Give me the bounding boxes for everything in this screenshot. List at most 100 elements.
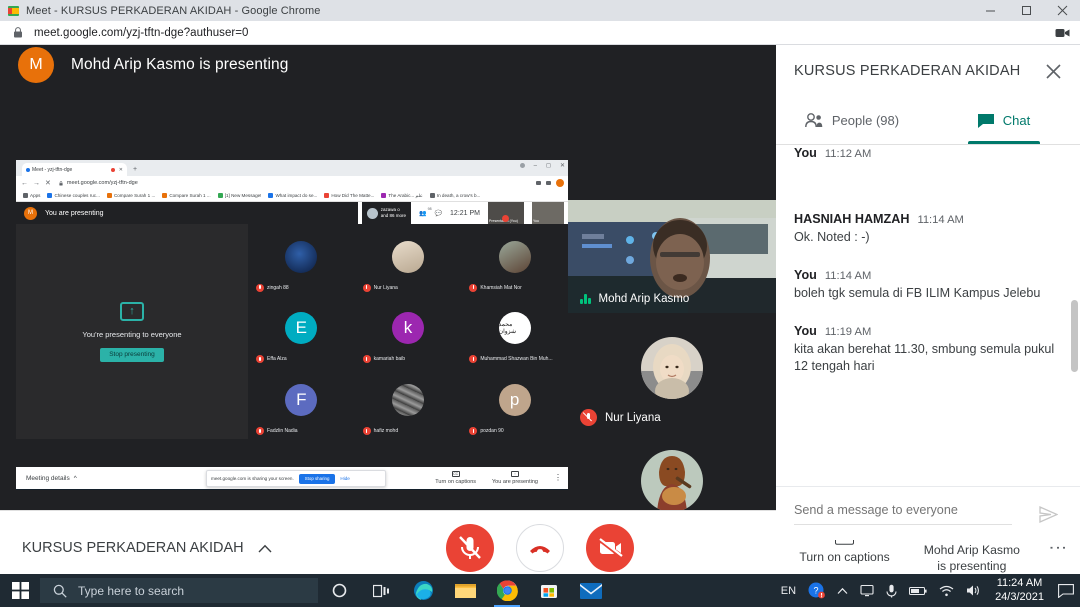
close-button[interactable] <box>1044 0 1080 21</box>
participant-avatar <box>285 240 318 273</box>
chat-scrollbar[interactable] <box>1071 300 1078 372</box>
hide-toast-button[interactable]: Hide <box>340 476 349 481</box>
inner-presentation-thumb: Presentation (You) <box>488 202 524 224</box>
language-indicator[interactable]: EN <box>775 574 802 607</box>
stop-sharing-button[interactable]: Stop sharing <box>298 473 336 484</box>
speaking-indicator-icon <box>580 294 591 304</box>
chat-input[interactable] <box>794 502 1012 525</box>
chevron-up-icon[interactable] <box>258 544 272 553</box>
send-icon[interactable] <box>1039 506 1058 523</box>
wifi-icon[interactable] <box>933 574 960 607</box>
chevron-up-icon: ^ <box>73 474 77 482</box>
google-chrome-icon[interactable] <box>486 574 528 607</box>
video-stage: Meet - yzj-tftn-dge ✕ + – ◻ ✕ ← → ✕ meet… <box>0 85 776 539</box>
inner-meet-topbar: zazawa o and 86 more 👥 98 💬 12:21 PM Pres… <box>357 202 568 224</box>
google-meet-favicon <box>8 5 20 17</box>
screen-share-toast: meet.google.com is sharing your screen. … <box>206 470 386 487</box>
inner-lock-icon <box>59 180 63 185</box>
show-hidden-icons-chevron[interactable] <box>831 574 854 607</box>
participant-tile: محمد شزوان Muhammad Shazwan Bin Muh... <box>461 296 568 368</box>
microsoft-edge-icon[interactable] <box>402 574 444 607</box>
message-body: kita akan berehat 11.30, smbung semula p… <box>794 342 1055 373</box>
close-icon[interactable] <box>1045 63 1062 80</box>
inner-people-icon: 👥 98 <box>419 206 432 217</box>
chat-message: HASNIAH HAMZAH 11:14 AM Ok. Noted : -) <box>776 212 1080 246</box>
mic-off-icon <box>362 355 371 364</box>
microsoft-store-icon[interactable] <box>528 574 570 607</box>
chat-input-area <box>776 486 1080 540</box>
participant-avatar: p <box>498 384 531 417</box>
participant-avatar: k <box>391 312 424 345</box>
participant-name-row: Nur Liyana <box>362 283 398 292</box>
presenting-message: You're presenting to everyone <box>82 329 182 339</box>
inner-self-thumb: You <box>532 202 564 224</box>
bookmark-item: [1] New Message! <box>217 193 261 198</box>
taskbar-search-box[interactable]: Type here to search <box>40 578 318 603</box>
notification-icon[interactable] <box>1052 574 1080 607</box>
screen-share-icon[interactable] <box>854 574 880 607</box>
inner-meet-page: M You are presenting zazawa o and 86 mor… <box>16 202 568 467</box>
inner-browser-tab: Meet - yzj-tftn-dge ✕ <box>22 163 127 176</box>
file-explorer-icon[interactable] <box>444 574 486 607</box>
mic-off-icon <box>362 283 371 292</box>
inner-tab-close-icon: ✕ <box>118 166 123 173</box>
inner-browser-title-bar: Meet - yzj-tftn-dge ✕ + – ◻ ✕ <box>16 160 568 176</box>
leave-call-button[interactable] <box>516 524 564 572</box>
inner-participant-grid: zingah 88 Nur Liyana Khamsiah Mat Nor E <box>248 224 568 439</box>
participant-name-row: Muhammad Shazwan Bin Muh... <box>469 355 553 364</box>
mic-off-icon <box>256 426 264 435</box>
meet-page: M Mohd Arip Kasmo is presenting Meet - y… <box>0 45 1080 607</box>
windows-start-icon[interactable] <box>0 574 40 607</box>
mic-off-icon <box>580 409 597 426</box>
message-time: 11:14 AM <box>824 270 872 282</box>
inner-bookmarks-bar: Apps Chinese couples ruc... Compare Sura… <box>16 190 568 202</box>
tab-chat[interactable]: Chat <box>928 97 1080 144</box>
chat-message-list[interactable]: You 11:12 AM HASNIAH HAMZAH 11:14 AM Ok.… <box>776 146 1080 486</box>
bookmark-item: In death, a crow's b... <box>429 193 480 198</box>
svg-text:?: ? <box>814 586 819 596</box>
window-title: Meet - KURSUS PERKADERAN AKIDAH - Google… <box>26 4 321 17</box>
minimize-button[interactable] <box>972 0 1008 21</box>
presenting-line-1: Mohd Arip Kasmo <box>923 542 1020 557</box>
mail-icon[interactable] <box>570 574 612 607</box>
address-bar[interactable]: meet.google.com/yzj-tftn-dge?authuser=0 <box>34 27 249 39</box>
participant-avatar-tile[interactable]: Nur Liyana <box>568 325 776 438</box>
cortana-icon[interactable] <box>318 574 360 607</box>
message-time: 11:19 AM <box>824 326 872 338</box>
stop-presenting-button[interactable]: Stop presenting <box>100 347 164 362</box>
more-vertical-icon[interactable]: ⋮ <box>554 474 562 481</box>
clock-date: 24/3/2021 <box>995 590 1044 603</box>
participant-name-row: zingah 88 <box>256 283 289 292</box>
mic-off-icon <box>469 283 478 292</box>
taskbar-clock[interactable]: 11:24 AM 24/3/2021 <box>987 577 1052 605</box>
participant-avatar: E <box>285 312 318 345</box>
volume-icon[interactable] <box>960 574 987 607</box>
camera-off-button[interactable] <box>586 524 634 572</box>
tab-people[interactable]: People (98) <box>776 97 928 144</box>
participant-tile: Nur Liyana <box>355 224 462 296</box>
cc-icon: CC <box>451 471 460 477</box>
battery-icon[interactable] <box>903 574 933 607</box>
participant-video-tile[interactable]: Mohd Arip Kasmo <box>568 200 776 313</box>
message-body: boleh tgk semula di FB ILIM Kampus Jeleb… <box>794 286 1041 300</box>
inner-captions-button[interactable]: CC Turn on captions <box>435 471 476 485</box>
participant-tile: E Effa Alza <box>248 296 355 368</box>
meeting-name-group[interactable]: KURSUS PERKADERAN AKIDAH <box>22 540 272 556</box>
meeting-name: KURSUS PERKADERAN AKIDAH <box>22 540 244 556</box>
maximize-button[interactable] <box>1008 0 1044 21</box>
inner-minimize-icon: – <box>533 162 537 169</box>
more-vertical-icon[interactable]: ⋮ <box>1048 539 1068 557</box>
task-view-icon[interactable] <box>360 574 402 607</box>
people-icon <box>804 113 823 128</box>
shared-screen-view[interactable]: Meet - yzj-tftn-dge ✕ + – ◻ ✕ ← → ✕ meet… <box>0 160 568 490</box>
camera-share-icon[interactable] <box>1055 27 1070 38</box>
participant-strip: Mohd Arip Kasmo Nur Liyana <box>568 160 776 539</box>
microphone-off-button[interactable] <box>446 524 494 572</box>
help-alert-icon[interactable]: ? <box>802 574 831 607</box>
microphone-icon[interactable] <box>880 574 903 607</box>
participant-name-row: hafiz mohd <box>362 426 398 435</box>
inner-presenting-button[interactable]: ↑ You are presenting <box>492 471 538 485</box>
presenting-line-2: is presenting <box>937 559 1007 573</box>
mic-off-icon <box>256 355 264 364</box>
meeting-details-button[interactable]: Meeting details ^ <box>26 475 77 482</box>
